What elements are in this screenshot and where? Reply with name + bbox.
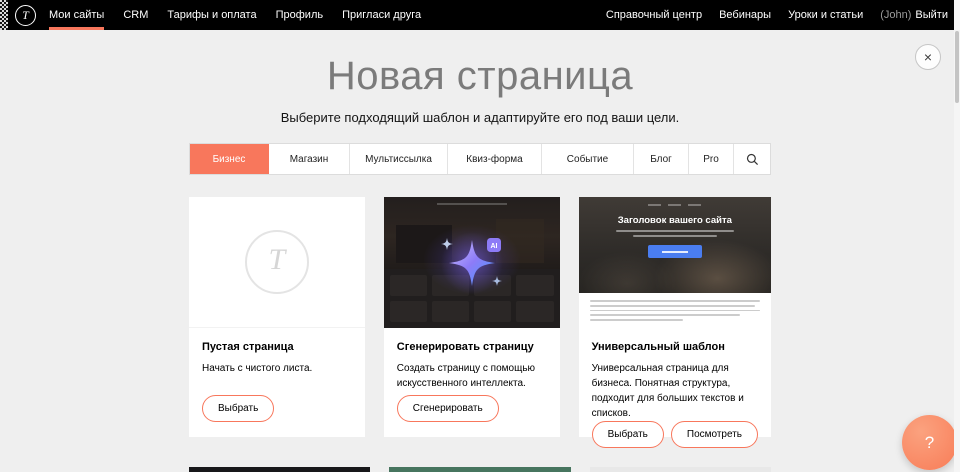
tilda-logo-letter: T xyxy=(22,8,29,23)
card-description: Универсальная страница для бизнеса. Поня… xyxy=(592,361,758,421)
tab-quiz-form[interactable]: Квиз-форма xyxy=(448,144,542,174)
tab-pro[interactable]: Pro xyxy=(689,144,734,174)
template-cards: T Пустая страница Начать с чистого листа… xyxy=(189,197,771,437)
nav-my-sites[interactable]: Мои сайты xyxy=(49,0,104,30)
preview-header-placeholder xyxy=(437,203,507,205)
logout-link[interactable]: Выйти xyxy=(915,9,948,21)
tab-event[interactable]: Событие xyxy=(542,144,634,174)
card-description: Начать с чистого листа. xyxy=(202,361,352,376)
tab-search[interactable] xyxy=(734,144,770,174)
nav-profile[interactable]: Профиль xyxy=(276,0,324,30)
tilda-mark-letter: T xyxy=(269,243,286,277)
preview-hero: Заголовок вашего сайта xyxy=(579,197,771,293)
new-page-dialog: T Мои сайты CRM Тарифы и оплата Профиль … xyxy=(0,0,960,472)
template-row-2 xyxy=(189,467,771,472)
template-preview-partial[interactable] xyxy=(389,467,570,472)
preview-cta-button xyxy=(648,245,702,258)
menu-dash xyxy=(688,204,701,206)
tilda-logo[interactable]: T xyxy=(15,5,36,26)
tilda-mark-circle: T xyxy=(245,230,309,294)
choose-universal-button[interactable]: Выбрать xyxy=(592,421,664,448)
tab-multilink[interactable]: Мультиссылка xyxy=(350,144,448,174)
account-area: (John) Выйти xyxy=(880,9,948,21)
close-icon: × xyxy=(924,49,932,65)
card-blank-page: T Пустая страница Начать с чистого листа… xyxy=(189,197,365,437)
tab-business[interactable]: Бизнес xyxy=(190,144,269,174)
preview-topbar-placeholder xyxy=(579,197,771,206)
ai-sparkle-icon: AI xyxy=(427,230,517,296)
scrollbar-thumb[interactable] xyxy=(955,31,959,103)
text-placeholder xyxy=(590,310,760,312)
text-placeholder xyxy=(590,305,755,307)
nav-help-center[interactable]: Справочный центр xyxy=(606,9,702,21)
preview-universal-button[interactable]: Посмотреть xyxy=(671,421,758,448)
nav-tariffs[interactable]: Тарифы и оплата xyxy=(167,0,256,30)
blank-template-preview[interactable]: T xyxy=(189,197,365,328)
top-nav: T Мои сайты CRM Тарифы и оплата Профиль … xyxy=(0,0,960,30)
close-button[interactable]: × xyxy=(915,44,941,70)
main-menu: Мои сайты CRM Тарифы и оплата Профиль Пр… xyxy=(49,0,440,30)
search-icon xyxy=(746,153,759,166)
nav-lessons[interactable]: Уроки и статьи xyxy=(788,9,863,21)
ai-badge: AI xyxy=(490,243,497,250)
menu-dash xyxy=(668,204,681,206)
page-subtitle: Выберите подходящий шаблон и адаптируйте… xyxy=(0,110,960,125)
preview-text-section xyxy=(579,293,771,328)
scrollbar[interactable] xyxy=(954,0,960,472)
generate-button[interactable]: Сгенерировать xyxy=(397,395,499,422)
nav-crm[interactable]: CRM xyxy=(123,0,148,30)
tab-blog[interactable]: Блог xyxy=(634,144,689,174)
card-universal-template: Заголовок вашего сайта Универсальный шаб… xyxy=(579,197,771,437)
screen-edge-pattern xyxy=(0,0,8,30)
template-preview-partial[interactable] xyxy=(590,467,771,472)
tab-shop[interactable]: Магазин xyxy=(269,144,350,174)
secondary-menu: Справочный центр Вебинары Уроки и статьи… xyxy=(606,9,960,21)
template-preview-partial[interactable] xyxy=(189,467,370,472)
text-placeholder xyxy=(590,300,760,302)
template-category-tabs: Бизнес Магазин Мультиссылка Квиз-форма С… xyxy=(189,143,771,175)
page-title: Новая страница xyxy=(0,30,960,98)
card-title: Универсальный шаблон xyxy=(592,341,758,353)
card-description: Создать страницу с помощью искусственног… xyxy=(397,361,547,391)
text-placeholder xyxy=(590,319,684,321)
help-button[interactable]: ? xyxy=(902,415,957,470)
text-placeholder xyxy=(616,230,734,232)
universal-template-preview[interactable]: Заголовок вашего сайта xyxy=(579,197,771,328)
question-icon: ? xyxy=(925,433,934,453)
nav-invite-friend[interactable]: Пригласи друга xyxy=(342,0,421,30)
preview-hero-title: Заголовок вашего сайта xyxy=(579,215,771,226)
card-title: Сгенерировать страницу xyxy=(397,341,547,353)
ai-template-preview[interactable]: AI xyxy=(384,197,560,328)
user-name: (John) xyxy=(880,9,911,21)
text-placeholder xyxy=(590,314,740,316)
choose-blank-button[interactable]: Выбрать xyxy=(202,395,274,422)
card-title: Пустая страница xyxy=(202,341,352,353)
card-ai-generate: AI Сгенерировать страницу Создать страни… xyxy=(384,197,560,437)
menu-dash xyxy=(648,204,661,206)
nav-webinars[interactable]: Вебинары xyxy=(719,9,771,21)
text-placeholder xyxy=(633,235,717,237)
